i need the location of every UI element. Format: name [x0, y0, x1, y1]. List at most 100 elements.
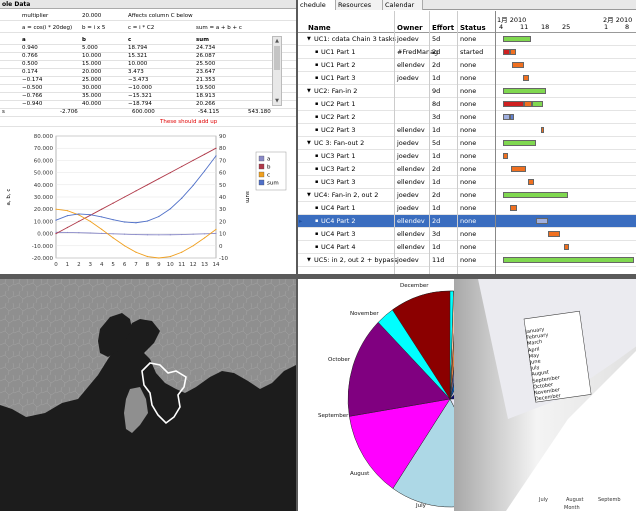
table-row[interactable]: 0.174 20.000 3.473 23.647 — [0, 68, 296, 76]
gantt-bar[interactable] — [503, 114, 510, 120]
gantt-panel: chedule Resources Calendar Name Owner Ef… — [298, 0, 636, 274]
x-tick-label: 13 — [201, 262, 208, 268]
task-owner: joedev — [397, 139, 419, 147]
task-row[interactable]: ▪ UC3 Part 1 joedev 1d none — [298, 150, 636, 163]
gantt-bar[interactable] — [510, 49, 516, 55]
table-row[interactable]: 0.766 10.000 15.321 26.087 — [0, 52, 296, 60]
param-row[interactable]: multiplier 20.000 Affects column C below — [0, 12, 296, 20]
param-cell: 20.000 — [82, 13, 102, 19]
expand-icon[interactable]: ▼ — [307, 189, 311, 201]
expand-icon[interactable]: ▼ — [307, 254, 311, 266]
gantt-bar[interactable] — [510, 205, 517, 211]
gantt-bar[interactable] — [503, 257, 634, 263]
table-row[interactable]: 0.940 5.000 18.794 24.734 — [0, 44, 296, 52]
gantt-bar[interactable] — [511, 166, 526, 172]
note-row[interactable]: These should add up — [0, 118, 296, 126]
task-row[interactable]: ▪ UC2 Part 3 ellendev 1d none — [298, 124, 636, 137]
task-effort: 1d — [432, 243, 441, 251]
task-group-row[interactable]: ▼ UC 3: Fan-out 2 joedev 5d none — [298, 137, 636, 150]
map-panel[interactable] — [0, 279, 296, 511]
tab-calendar[interactable]: Calendar — [383, 0, 423, 10]
col-effort[interactable]: Effort — [432, 24, 454, 32]
table-cell: 18.794 — [128, 45, 148, 51]
table-cell: 23.647 — [196, 69, 216, 75]
scroll-thumb[interactable] — [274, 46, 280, 70]
task-row[interactable]: ▪ UC2 Part 2 3d none — [298, 111, 636, 124]
data-point-a — [192, 233, 194, 235]
expand-icon[interactable]: ▼ — [307, 137, 311, 149]
gantt-bar[interactable] — [524, 101, 532, 107]
map-canvas[interactable] — [0, 279, 296, 511]
gantt-bar[interactable] — [503, 36, 531, 42]
task-row[interactable]: ▪ UC1 Part 1 #FredManag 2d started — [298, 46, 636, 59]
formula-cell: b = i x 5 — [82, 25, 106, 31]
totals-row[interactable]: s -2.706 600.000 -54.115 543.180 — [0, 108, 296, 116]
task-row[interactable]: ▪ UC3 Part 2 ellendev 2d none — [298, 163, 636, 176]
col-owner[interactable]: Owner — [397, 24, 423, 32]
gantt-bar[interactable] — [541, 127, 544, 133]
task-row[interactable]: ▪ UC4 Part 3 ellendev 3d none — [298, 228, 636, 241]
formula-row[interactable]: a = cos(i * 20deg) b = i x 5 c = i * C2 sum… — [0, 24, 296, 32]
gantt-bar[interactable] — [503, 101, 524, 107]
task-group-row[interactable]: ▼ UC5: in 2, out 2 + bypass joedev 11d none — [298, 254, 636, 267]
slice-label: September — [318, 413, 349, 419]
task-row[interactable]: ▪ UC4 Part 1 joedev 1d none — [298, 202, 636, 215]
gantt-bar[interactable] — [510, 114, 514, 120]
task-group-row[interactable]: ▼ UC1: cdata Chain 3 tasks joedev 5d none — [298, 33, 636, 46]
task-group-row[interactable]: ▼ UC2: Fan-in 2 9d none — [298, 85, 636, 98]
gantt-bar[interactable] — [512, 62, 524, 68]
gantt-bar[interactable] — [503, 140, 536, 146]
gantt-bar[interactable] — [503, 88, 546, 94]
tab-resources[interactable]: Resources — [336, 0, 383, 10]
table-row[interactable]: −0.174 25.000 −3.473 21.353 — [0, 76, 296, 84]
scroll-up-icon[interactable]: ▲ — [273, 37, 281, 45]
task-effort: 3d — [432, 113, 441, 121]
gantt-bar[interactable] — [503, 49, 510, 55]
col-status[interactable]: Status — [460, 24, 486, 32]
gantt-bar[interactable] — [523, 75, 529, 81]
tab-schedule[interactable]: chedule — [298, 0, 336, 10]
task-group-row[interactable]: ▼ UC4: Fan-in 2, out 2 joedev 2d none — [298, 189, 636, 202]
expand-icon[interactable]: ▼ — [307, 85, 311, 97]
y-tick-label: 80.000 — [34, 134, 54, 140]
gantt-bar[interactable] — [564, 244, 569, 250]
table-row[interactable]: −0.766 35.000 −15.321 18.913 — [0, 92, 296, 100]
scroll-down-icon[interactable]: ▼ — [273, 97, 281, 105]
task-owner: joedev — [397, 35, 419, 43]
x-tick-label: 8 — [146, 262, 150, 268]
bullet-icon: ▪ — [315, 114, 319, 120]
totals-label: s — [2, 109, 5, 115]
header-row[interactable]: a b c sum — [0, 36, 296, 44]
tab-bar: chedule Resources Calendar — [298, 0, 636, 10]
task-row[interactable]: ▪ UC4 Part 4 ellendev 1d none — [298, 241, 636, 254]
legend-label: b — [267, 165, 271, 171]
gantt-bar[interactable] — [503, 192, 568, 198]
gantt-bar[interactable] — [536, 218, 548, 224]
data-point-b — [112, 202, 114, 204]
gantt-bar[interactable] — [528, 179, 534, 185]
data-point-c — [158, 257, 160, 259]
y2-tick-label: 40 — [219, 195, 226, 201]
table-row[interactable]: −0.940 40.000 −18.794 20.266 — [0, 100, 296, 108]
task-status: none — [460, 74, 477, 82]
gantt-bar[interactable] — [532, 101, 543, 107]
task-row[interactable]: ▪ UC1 Part 2 ellendev 2d none — [298, 59, 636, 72]
task-row[interactable]: ▪ UC3 Part 3 ellendev 1d none — [298, 176, 636, 189]
bullet-icon: ▪ — [315, 179, 319, 185]
expand-icon[interactable]: ▼ — [307, 33, 311, 45]
task-owner: ellendev — [397, 243, 425, 251]
sheet-scrollbar[interactable]: ▲ ▼ — [272, 36, 282, 106]
task-name: UC2 Part 2 — [321, 113, 356, 121]
gantt-bar[interactable] — [503, 153, 508, 159]
task-row[interactable]: ▪ ▸ UC4 Part 2 ellendev 2d none — [298, 215, 636, 228]
col-name[interactable]: Name — [308, 24, 331, 32]
bullet-icon: ▪ — [315, 75, 319, 81]
gantt-bar[interactable] — [548, 231, 560, 237]
task-row[interactable]: ▪ UC1 Part 3 joedev 1d none — [298, 72, 636, 85]
note-text: These should add up — [160, 119, 218, 125]
table-row[interactable]: 0.500 15.000 10.000 25.500 — [0, 60, 296, 68]
task-row[interactable]: ▪ UC2 Part 1 8d none — [298, 98, 636, 111]
legend-label: sum — [267, 181, 279, 187]
row-marker-icon: ▸ — [299, 217, 303, 225]
table-row[interactable]: −0.500 30.000 −10.000 19.500 — [0, 84, 296, 92]
